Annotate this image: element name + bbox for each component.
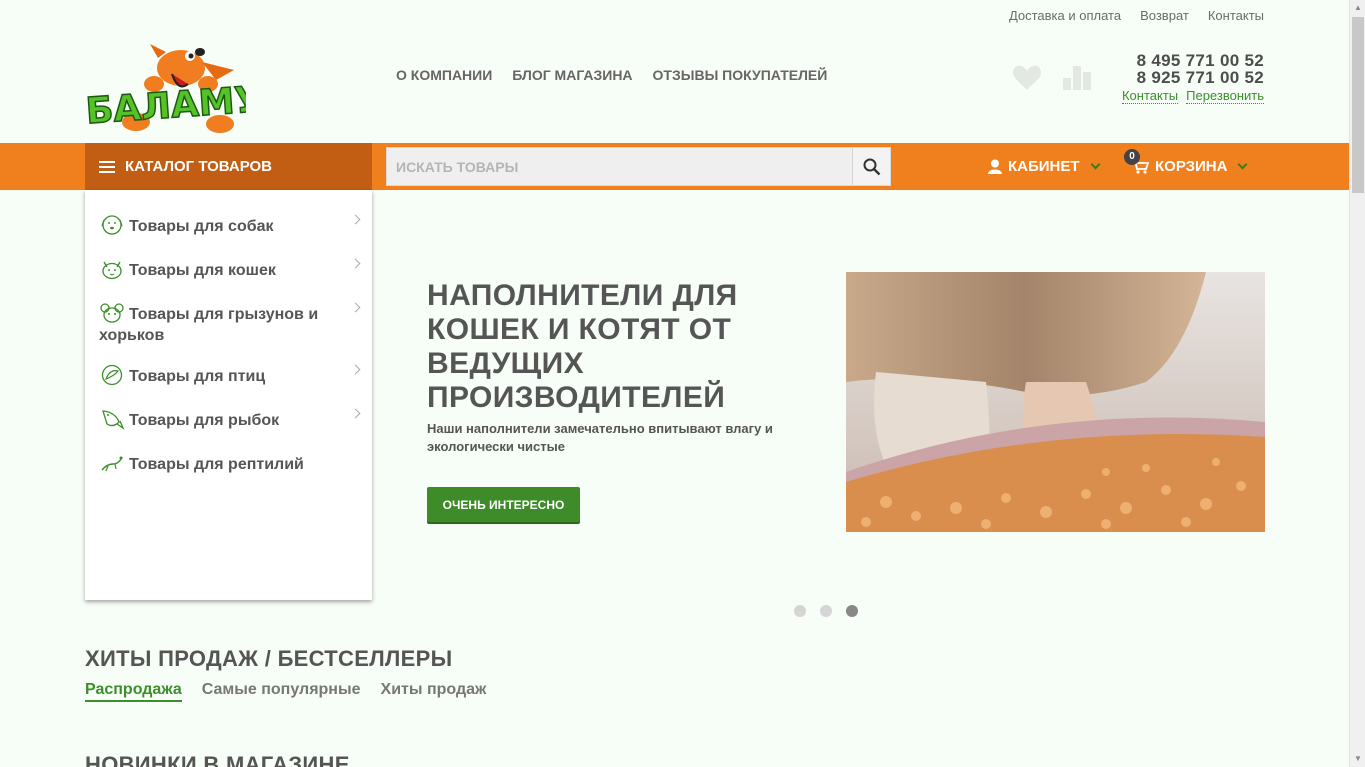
catalog-item-fish[interactable]: Товары для рыбок (99, 408, 361, 431)
catalog-item-label: Товары для рептилий (129, 456, 304, 473)
favorites-icon[interactable] (1012, 64, 1042, 92)
callback-link[interactable]: Перезвонить (1186, 89, 1264, 104)
bestsellers-tabs: Распродажа Самые популярные Хиты продаж (85, 681, 486, 702)
catalog-item-cats[interactable]: Товары для кошек (99, 258, 361, 281)
search-button[interactable] (852, 148, 890, 185)
bestsellers-title: ХИТЫ ПРОДАЖ / БЕСТСЕЛЛЕРЫ (85, 646, 453, 671)
phones-block: 8 495 771 00 52 8 925 771 00 52 Контакты… (1121, 52, 1264, 104)
return-link[interactable]: Возврат (1140, 8, 1189, 23)
menu-icon (99, 160, 115, 173)
scroll-up-icon[interactable]: ▲ (1350, 0, 1365, 16)
chevron-down-icon (1090, 159, 1101, 170)
tab-hits[interactable]: Хиты продаж (381, 681, 487, 702)
catalog-item-rodents[interactable]: Товары для грызунов и хорьков (99, 302, 361, 346)
chevron-right-icon (350, 408, 361, 419)
logo-image: БАЛАМУТ (84, 44, 289, 133)
slider-dot-3[interactable] (846, 605, 858, 617)
catalog-item-birds[interactable]: Товары для птиц (99, 364, 361, 387)
slider-dot-1[interactable] (794, 605, 806, 617)
catalog-menu: Товары для собак Товары для кошек Товары… (85, 190, 372, 600)
phone-2[interactable]: 8 925 771 00 52 (1122, 69, 1264, 86)
scrollbar-thumb[interactable] (1352, 17, 1364, 193)
cart-label: КОРЗИНА (1155, 158, 1228, 175)
chevron-right-icon (350, 258, 361, 269)
top-links: Доставка и оплата Возврат Контакты (1009, 8, 1264, 23)
catalog-item-label: Товары для собак (129, 218, 274, 235)
main-toolbar: КАТАЛОГ ТОВАРОВ КАБИНЕТ 0 КОРЗИНА (0, 143, 1349, 190)
search-box (386, 147, 891, 186)
catalog-item-label: Товары для грызунов и хорьков (99, 306, 319, 344)
lizard-icon (101, 456, 123, 472)
user-icon (988, 159, 1002, 174)
cabinet-menu[interactable]: КАБИНЕТ (988, 143, 1101, 190)
delivery-link[interactable]: Доставка и оплата (1009, 8, 1121, 23)
catalog-button[interactable]: КАТАЛОГ ТОВАРОВ (85, 143, 372, 190)
catalog-item-label: Товары для птиц (129, 368, 266, 385)
nav-reviews[interactable]: ОТЗЫВЫ ПОКУПАТЕЛЕЙ (653, 67, 828, 83)
slider-dot-2[interactable] (820, 605, 832, 617)
chevron-down-icon (1238, 159, 1248, 170)
catalog-label: КАТАЛОГ ТОВАРОВ (125, 158, 273, 175)
chevron-right-icon (350, 214, 361, 225)
compare-icon[interactable] (1062, 64, 1092, 92)
contacts-top-link[interactable]: Контакты (1208, 8, 1264, 23)
hero-image (846, 272, 1265, 532)
dog-icon (101, 215, 123, 235)
hero-title: НАПОЛНИТЕЛИ ДЛЯ КОШЕК И КОТЯТ ОТ ВЕДУЩИХ… (427, 279, 738, 414)
page-scrollbar[interactable]: ▲ ▼ (1349, 0, 1365, 767)
slider-dots (794, 605, 858, 617)
site-logo[interactable]: БАЛАМУТ (84, 40, 289, 136)
rodent-icon (100, 303, 124, 323)
search-input[interactable] (387, 148, 853, 185)
fish-icon (102, 410, 125, 430)
phone-1[interactable]: 8 495 771 00 52 (1122, 52, 1264, 69)
tab-popular[interactable]: Самые популярные (202, 681, 361, 702)
catalog-item-dogs[interactable]: Товары для собак (99, 214, 361, 237)
tab-sale[interactable]: Распродажа (85, 681, 182, 702)
catalog-item-reptiles[interactable]: Товары для рептилий (99, 452, 359, 475)
search-icon (863, 158, 880, 175)
new-items-title: НОВИНКИ В МАГАЗИНЕ (85, 752, 350, 767)
contacts-link[interactable]: Контакты (1121, 89, 1179, 104)
nav-about[interactable]: О КОМПАНИИ (396, 67, 492, 83)
catalog-item-label: Товары для рыбок (129, 412, 280, 429)
cart-count-badge: 0 (1124, 149, 1140, 165)
scroll-down-icon[interactable]: ▼ (1350, 751, 1365, 767)
chevron-right-icon (350, 302, 361, 313)
bird-icon (101, 364, 123, 386)
catalog-item-label: Товары для кошек (129, 262, 276, 279)
hero-cta-button[interactable]: ОЧЕНЬ ИНТЕРЕСНО (427, 487, 580, 522)
cart-menu[interactable]: 0 КОРЗИНА (1124, 143, 1248, 190)
nav-blog[interactable]: БЛОГ МАГАЗИНА (512, 67, 632, 83)
main-nav: О КОМПАНИИ БЛОГ МАГАЗИНА ОТЗЫВЫ ПОКУПАТЕ… (396, 67, 827, 83)
chevron-right-icon (350, 364, 361, 375)
hero-subtitle: Наши наполнители замечательно впитывают … (427, 421, 773, 454)
cat-icon (102, 261, 122, 280)
cabinet-label: КАБИНЕТ (1008, 158, 1080, 175)
